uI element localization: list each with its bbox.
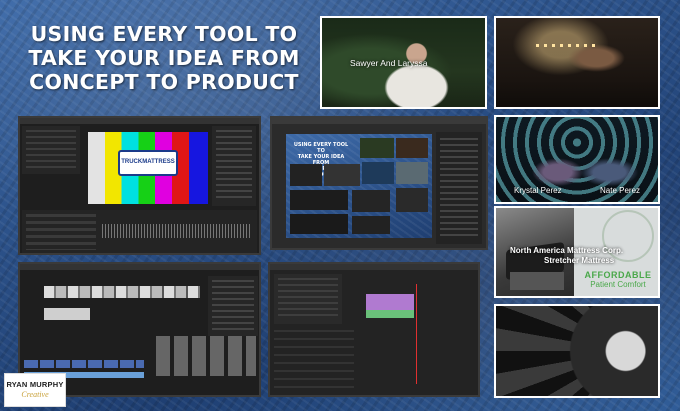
- effects-editor-screenshot: TRUCKMATTRESS: [18, 116, 261, 255]
- wedding-video-still: Sawyer And Laryssa: [320, 16, 487, 109]
- audio-editor-screenshot: [268, 262, 480, 397]
- timeline-panel: [22, 210, 257, 253]
- brand-subtitle: Creative: [21, 390, 49, 399]
- headline-line-1: USING EVERY TOOL TO: [30, 22, 298, 46]
- headline: USING EVERY TOOL TO TAKE YOUR IDEA FROM …: [14, 22, 314, 94]
- wedding-caption: Sawyer And Laryssa: [350, 58, 428, 68]
- clip-track: [24, 360, 144, 368]
- mattress-product-ad: North America Mattress Corp. Stretcher M…: [494, 206, 660, 298]
- brand-card-text: TRUCKMATTRESS: [121, 159, 175, 165]
- wheel-closeup-still: [494, 304, 660, 398]
- asset-panel: [22, 126, 80, 174]
- pianist-video-still: [494, 16, 660, 109]
- product-title-line-1: North America Mattress Corp.: [510, 246, 624, 255]
- product-title-line-2: Stretcher Mattress: [544, 256, 615, 265]
- promo-banner: USING EVERY TOOL TO TAKE YOUR IDEA FROM …: [0, 0, 680, 411]
- audio-clip-green: [366, 310, 414, 318]
- thumbnail-grid: [156, 336, 256, 376]
- brand-name: RYAN MURPHY: [6, 380, 64, 389]
- design-canvas: USING EVERY TOOL TO TAKE YOUR IDEA FROM …: [286, 134, 432, 238]
- brand-card: TRUCKMATTRESS: [118, 150, 178, 176]
- audio-waveform: [102, 224, 252, 238]
- product-tag: AFFORDABLE Patient Comfort: [578, 270, 658, 289]
- brand-logo: RYAN MURPHY Creative: [4, 373, 66, 407]
- speaker-right-name: Nate Perez: [600, 186, 641, 195]
- audio-clip: [366, 294, 414, 310]
- filmstrip: [44, 286, 200, 298]
- headline-line-3: CONCEPT TO PRODUCT: [29, 70, 299, 94]
- color-bars-preview: TRUCKMATTRESS: [88, 132, 208, 204]
- headline-line-2: TAKE YOUR IDEA FROM: [28, 46, 300, 70]
- candle-row: [536, 44, 596, 47]
- product-tag-line-1: AFFORDABLE: [584, 270, 652, 280]
- speakers-video-still: Krystal Perez Nate Perez: [494, 115, 660, 204]
- speaker-left-name: Krystal Perez: [514, 186, 562, 195]
- product-tag-line-2: Patient Comfort: [590, 280, 646, 289]
- layout-editor-screenshot: USING EVERY TOOL TO TAKE YOUR IDEA FROM …: [270, 116, 488, 250]
